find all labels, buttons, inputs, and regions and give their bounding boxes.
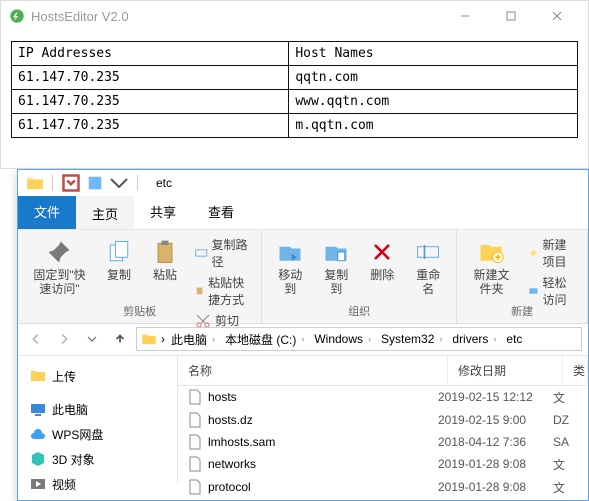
new-item-button[interactable]: 新建项目	[522, 234, 581, 272]
file-row[interactable]: lmhosts.sam2018-04-12 7:36SA	[178, 431, 588, 453]
pin-icon	[45, 238, 73, 266]
bc-segment[interactable]: drivers›	[448, 332, 500, 346]
hosts-title: HostsEditor V2.0	[31, 9, 442, 24]
tab-file[interactable]: 文件	[18, 196, 76, 229]
app-icon	[9, 8, 25, 24]
bc-segment[interactable]: 此电脑›	[167, 331, 219, 348]
tab-share[interactable]: 共享	[134, 196, 192, 229]
copy-to-button[interactable]: 复制到	[314, 234, 358, 301]
group-new: 新建	[463, 301, 581, 321]
files-header: 名称 修改日期 类	[178, 356, 588, 386]
table-row[interactable]: 61.147.70.235m.qqtn.com	[12, 114, 578, 138]
rename-icon	[414, 238, 442, 266]
table-header-row: IP Addresses Host Names	[12, 42, 578, 66]
quick-access-toolbar: etc	[18, 170, 588, 196]
new-item-icon	[528, 245, 539, 261]
hosts-editor-window: HostsEditor V2.0 IP Addresses Host Names…	[0, 0, 589, 169]
file-icon	[188, 456, 202, 472]
sidebar-item-upload[interactable]: 上传	[24, 364, 171, 389]
file-icon	[188, 434, 202, 450]
files-pane: 名称 修改日期 类 hosts2019-02-15 12:12文 hosts.d…	[178, 356, 588, 483]
col-name[interactable]: 名称	[178, 356, 448, 385]
qat-dropdown[interactable]	[109, 173, 129, 193]
maximize-button[interactable]	[488, 1, 534, 31]
sidebar-item-videos[interactable]: 视频	[24, 472, 171, 497]
file-row[interactable]: networks2019-01-28 9:08文	[178, 453, 588, 476]
nav-back-button[interactable]	[24, 327, 48, 351]
path-icon	[195, 245, 208, 261]
rename-button[interactable]: 重命名	[406, 234, 450, 301]
delete-icon	[368, 238, 396, 266]
paste-icon	[151, 238, 179, 266]
sidebar-item-wps[interactable]: WPS网盘	[24, 422, 171, 447]
ribbon-tabs: 文件 主页 共享 查看	[18, 196, 588, 229]
ribbon: 固定到"快速访问" 复制 粘贴 复制路径 粘贴快捷方式 剪切 剪贴板	[18, 230, 588, 324]
pin-button[interactable]: 固定到"快速访问"	[24, 234, 95, 301]
nav-recent-button[interactable]	[80, 327, 104, 351]
bc-segment[interactable]: etc	[502, 332, 526, 346]
file-icon	[188, 389, 202, 405]
group-organize: 组织	[268, 301, 450, 321]
sidebar: 上传 此电脑 WPS网盘 3D 对象 视频	[18, 356, 178, 483]
hosts-titlebar: HostsEditor V2.0	[1, 1, 588, 31]
file-row[interactable]: hosts.dz2019-02-15 9:00DZ	[178, 409, 588, 431]
copy-icon	[105, 238, 133, 266]
table-row[interactable]: 61.147.70.235qqtn.com	[12, 66, 578, 90]
folder-icon	[26, 176, 44, 190]
bc-segment[interactable]: Windows›	[310, 332, 375, 346]
sidebar-item-3d[interactable]: 3D 对象	[24, 447, 171, 472]
col-type[interactable]: 类	[563, 356, 588, 385]
hosts-table[interactable]: IP Addresses Host Names 61.147.70.235qqt…	[11, 41, 578, 138]
breadcrumb-path[interactable]: › 此电脑› 本地磁盘 (C:)› Windows› System32› dri…	[136, 327, 582, 351]
folder-icon	[141, 333, 157, 345]
delete-button[interactable]: 删除	[360, 234, 404, 286]
explorer-title: etc	[156, 176, 172, 190]
easy-access-icon	[528, 283, 539, 299]
tab-home[interactable]: 主页	[76, 196, 134, 229]
copy-path-button[interactable]: 复制路径	[189, 234, 255, 272]
bc-segment[interactable]: System32›	[377, 332, 446, 346]
minimize-button[interactable]	[442, 1, 488, 31]
copy-to-icon	[322, 238, 350, 266]
folder-icon	[30, 368, 46, 384]
col-host: Host Names	[289, 42, 578, 66]
move-to-button[interactable]: 移动到	[268, 234, 312, 301]
qat-button[interactable]	[85, 173, 105, 193]
paste-button[interactable]: 粘贴	[143, 234, 187, 286]
group-clipboard: 剪贴板	[24, 301, 255, 321]
video-icon	[30, 476, 46, 492]
tab-view[interactable]: 查看	[192, 196, 250, 229]
explorer-window: etc 文件 主页 共享 查看 固定到"快速访问" 复制 粘贴	[17, 169, 589, 501]
bc-segment[interactable]: 本地磁盘 (C:)›	[221, 331, 308, 348]
shortcut-icon	[195, 283, 204, 299]
file-icon	[188, 412, 202, 428]
new-folder-button[interactable]: 新建文件夹	[463, 234, 519, 301]
cube-icon	[30, 451, 46, 467]
breadcrumb-bar: › 此电脑› 本地磁盘 (C:)› Windows› System32› dri…	[18, 324, 588, 356]
file-row[interactable]: protocol2019-01-28 9:08文	[178, 476, 588, 499]
qat-properties-button[interactable]	[61, 173, 81, 193]
pc-icon	[30, 401, 46, 417]
new-folder-icon	[477, 238, 505, 266]
close-button[interactable]	[534, 1, 580, 31]
nav-forward-button[interactable]	[52, 327, 76, 351]
move-icon	[276, 238, 304, 266]
col-ip: IP Addresses	[12, 42, 289, 66]
file-icon	[188, 479, 202, 495]
file-row[interactable]: hosts2019-02-15 12:12文	[178, 386, 588, 409]
nav-up-button[interactable]	[108, 327, 132, 351]
col-modified[interactable]: 修改日期	[448, 356, 563, 385]
copy-button[interactable]: 复制	[97, 234, 141, 286]
table-row[interactable]: 61.147.70.235www.qqtn.com	[12, 90, 578, 114]
sidebar-item-this-pc[interactable]: 此电脑	[24, 397, 171, 422]
cloud-icon	[30, 426, 46, 442]
